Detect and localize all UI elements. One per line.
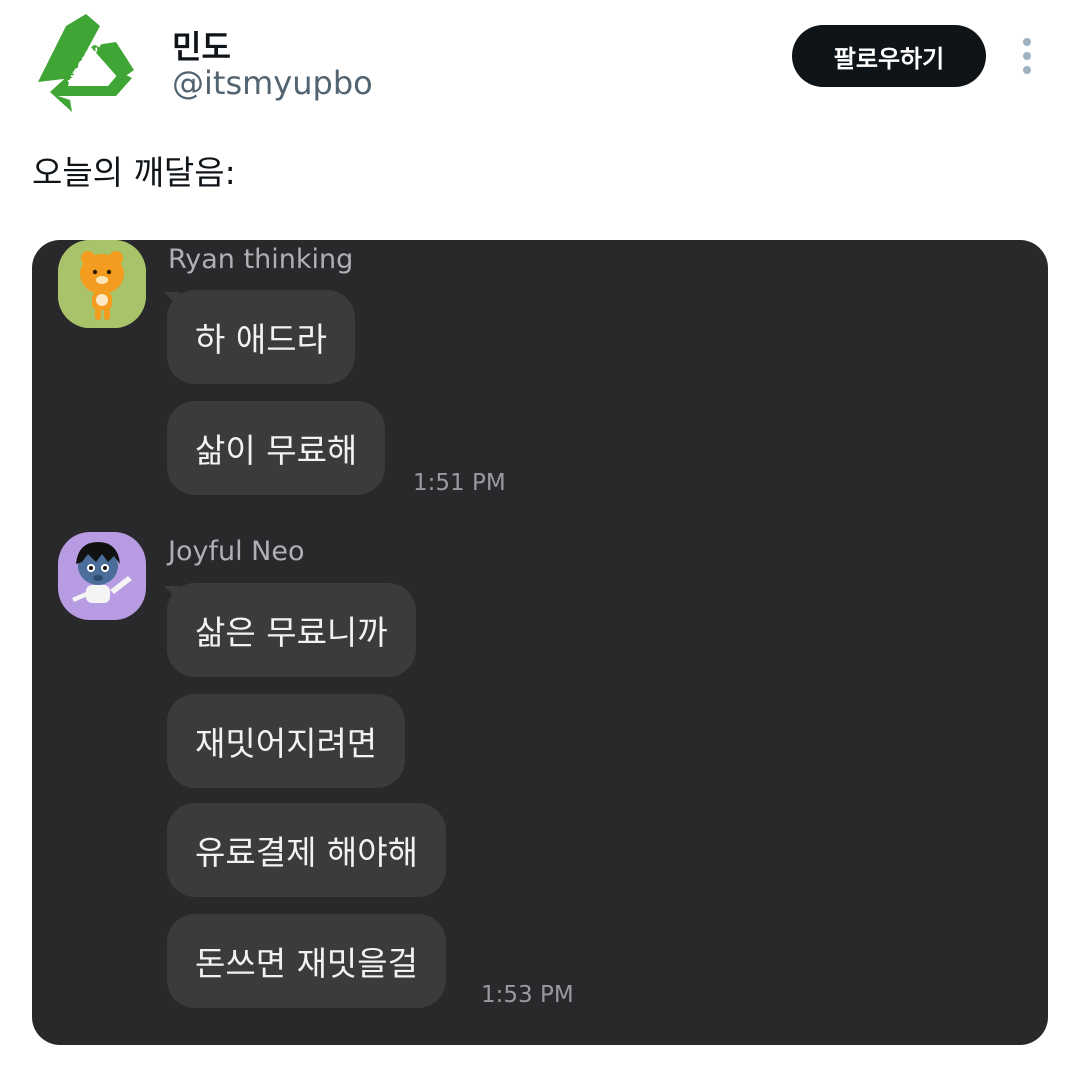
sender-name: Joyful Neo xyxy=(168,536,305,567)
message-bubble[interactable]: 돈쓰면 재밋을걸 xyxy=(167,914,447,1008)
message-bubble[interactable]: 삶이 무료해 xyxy=(167,401,386,495)
message-time: 1:51 PM xyxy=(413,470,506,496)
message-bubble[interactable]: 유료결제 해야해 xyxy=(167,803,447,897)
tweet-text: 오늘의 깨달음: xyxy=(32,153,236,192)
message-bubble[interactable]: 하 애드라 xyxy=(167,290,355,384)
more-vertical-icon[interactable] xyxy=(1010,34,1044,78)
chat-screenshot[interactable]: Ryan thinking 하 애드라 삶이 무료해 1:51 PM Joyfu… xyxy=(32,240,1048,1045)
author-display-name[interactable]: 민도 xyxy=(172,22,231,68)
ryan-avatar xyxy=(58,240,146,328)
message-time: 1:53 PM xyxy=(481,982,574,1008)
message-bubble[interactable]: 재밋어지려면 xyxy=(167,694,406,788)
follow-button[interactable]: 팔로우하기 xyxy=(792,25,986,87)
author-avatar[interactable]: UPCYCLE xyxy=(28,8,140,120)
neo-avatar xyxy=(58,532,146,620)
message-bubble[interactable]: 삶은 무료니까 xyxy=(167,583,416,677)
author-handle[interactable]: @itsmyupbo xyxy=(172,64,373,102)
sender-name: Ryan thinking xyxy=(168,244,354,275)
tweet-header: UPCYCLE 민도 @itsmyupbo 팔로우하기 xyxy=(0,0,1080,130)
upcycle-logo: UPCYCLE xyxy=(38,14,134,112)
